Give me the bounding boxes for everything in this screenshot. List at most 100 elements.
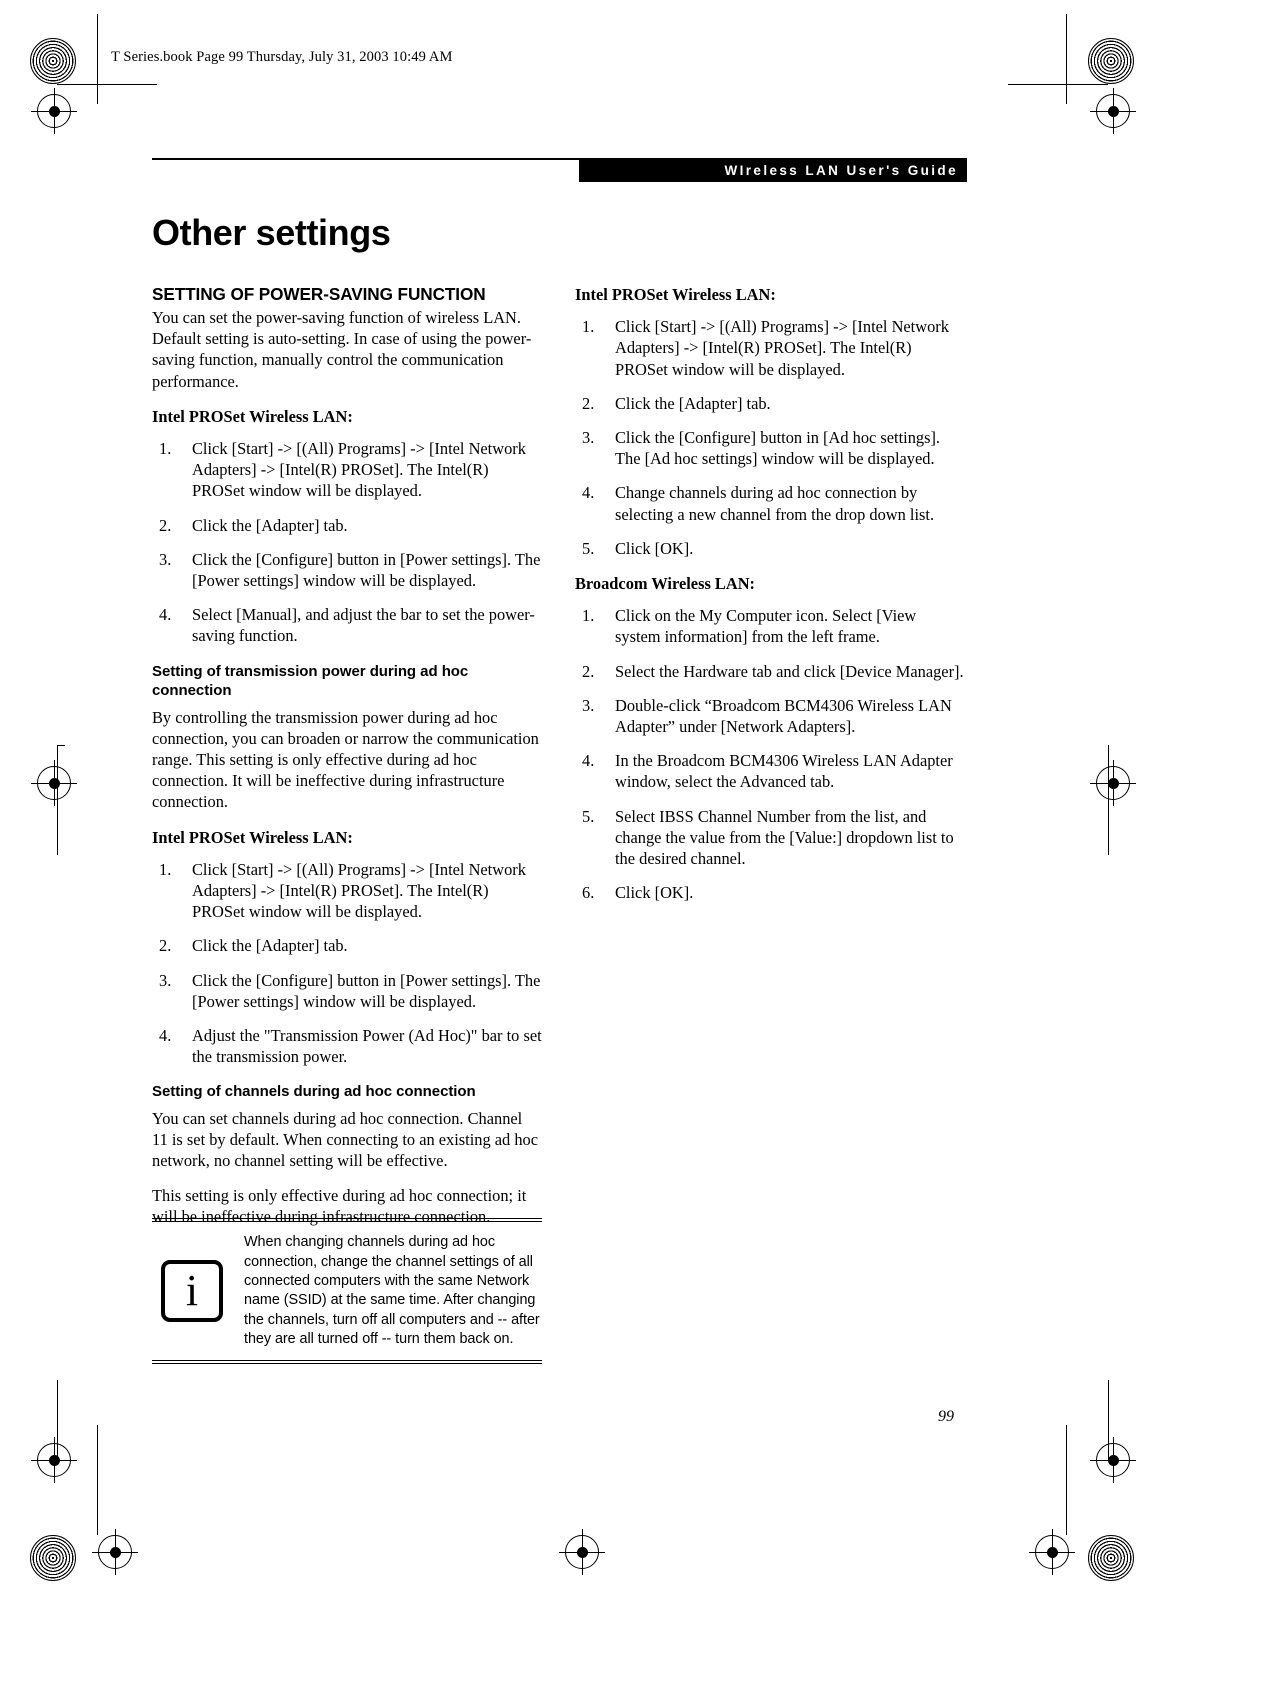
crop-mark-left-horizontal-top — [57, 84, 157, 85]
step-number: 5. — [582, 538, 595, 558]
list-item: 4. In the Broadcom BCM4306 Wireless LAN A… — [575, 750, 965, 792]
crop-mark-top-right-vertical — [1066, 14, 1067, 104]
list-item: 4. Select [Manual], and adjust the bar to… — [152, 604, 542, 646]
step-number: 1. — [159, 439, 172, 459]
right-column: Intel PROSet Wireless LAN: 1. Click [Star… — [575, 284, 965, 916]
step-number: 3. — [159, 970, 172, 990]
running-head: WIreless LAN User's Guide — [579, 160, 967, 182]
step-number: 3. — [582, 428, 595, 448]
registration-mark-bottom-center — [559, 1529, 605, 1575]
registration-mark-right-bottom — [1090, 1437, 1136, 1483]
step-text: Click the [Adapter] tab. — [615, 393, 771, 413]
halftone-dot-top-left — [30, 38, 76, 84]
halftone-dot-top-right — [1088, 38, 1134, 84]
step-number: 3. — [582, 695, 595, 715]
page-number: 99 — [938, 1408, 954, 1425]
paragraph-channels-1: You can set channels during ad hoc conne… — [152, 1108, 538, 1171]
step-number: 3. — [159, 549, 172, 569]
info-icon-glyph: i — [185, 1266, 199, 1316]
list-item: 2. Click the [Adapter] tab. — [575, 393, 965, 414]
list-item: 4. Adjust the "Transmission Power (Ad Hoc… — [152, 1025, 542, 1067]
step-number: 6. — [582, 883, 595, 903]
step-text: Click the [Configure] button in [Power s… — [192, 549, 541, 591]
list-item: 1. Click on the My Computer icon. Select … — [575, 605, 965, 647]
sub-heading-channels: Setting of channels during ad hoc connec… — [152, 1083, 476, 1101]
lead-in-intel-proset-1: Intel PROSet Wireless LAN: — [152, 406, 353, 426]
step-text: Select the Hardware tab and click [Devic… — [615, 661, 964, 681]
crop-mark-left-vertical-lower — [57, 1380, 58, 1460]
step-text: Click [Start] -> [(All) Programs] -> [In… — [192, 439, 526, 501]
step-text: Click [OK]. — [615, 883, 694, 903]
step-text: Click the [Configure] button in [Power s… — [192, 970, 541, 1011]
left-column: SETTING OF POWER-SAVING FUNCTION You can… — [152, 284, 542, 1240]
step-text: In the Broadcom BCM4306 Wireless LAN Ada… — [615, 751, 953, 792]
step-number: 4. — [159, 1026, 172, 1046]
list-item: 3. Click the [Configure] button in [Power… — [152, 970, 542, 1012]
step-number: 2. — [582, 661, 595, 681]
steps-intel-channels: 1. Click [Start] -> [(All) Programs] -> [… — [575, 316, 965, 559]
crop-mark-right-vertical-lower — [1108, 1380, 1109, 1460]
crop-mark-top-left-vertical — [97, 14, 98, 104]
step-text: Click the [Adapter] tab. — [192, 936, 348, 956]
paragraph-transmission-power: By controlling the transmission power du… — [152, 707, 539, 812]
list-item: 3. Click the [Configure] button in [Ad ho… — [575, 427, 965, 469]
list-item: 1. Click [Start] -> [(All) Programs] -> [… — [152, 438, 542, 502]
step-number: 4. — [582, 751, 595, 771]
crop-mark-left-vertical-mid — [57, 745, 58, 855]
section-heading-power-saving: SETTING OF POWER-SAVING FUNCTION — [152, 284, 486, 304]
step-text: Change channels during ad hoc connection… — [615, 483, 935, 524]
list-item: 1. Click [Start] -> [(All) Programs] -> [… — [152, 859, 542, 923]
step-text: Click on the My Computer icon. Select [V… — [615, 606, 917, 647]
registration-mark-right-top — [1090, 88, 1136, 134]
note-box: i When changing channels during ad hoc c… — [152, 1218, 542, 1364]
registration-mark-bottom-left-inner — [92, 1529, 138, 1575]
step-number: 4. — [582, 483, 595, 503]
step-number: 1. — [582, 606, 595, 626]
list-item: 1. Click [Start] -> [(All) Programs] -> [… — [575, 316, 965, 380]
step-number: 2. — [159, 936, 172, 956]
list-item: 4. Change channels during ad hoc connecti… — [575, 482, 965, 524]
lead-in-broadcom: Broadcom Wireless LAN: — [575, 574, 755, 594]
step-text: Double-click “Broadcom BCM4306 Wireless … — [615, 695, 952, 737]
steps-broadcom: 1. Click on the My Computer icon. Select … — [575, 605, 965, 903]
lead-in-intel-proset-2: Intel PROSet Wireless LAN: — [152, 827, 353, 847]
list-item: 6. Click [OK]. — [575, 882, 965, 903]
list-item: 3. Click the [Configure] button in [Power… — [152, 549, 542, 591]
step-number: 5. — [582, 806, 595, 826]
registration-mark-left-bottom — [31, 1437, 77, 1483]
note-rule-bottom — [152, 1359, 542, 1364]
step-number: 1. — [159, 859, 172, 879]
list-item: 5. Click [OK]. — [575, 538, 965, 559]
note-text: When changing channels during ad hoc con… — [244, 1234, 540, 1348]
step-number: 2. — [159, 515, 172, 535]
step-text: Click [Start] -> [(All) Programs] -> [In… — [192, 859, 526, 922]
crop-mark-right-vertical-mid — [1108, 745, 1109, 855]
step-text: Adjust the "Transmission Power (Ad Hoc)"… — [192, 1026, 542, 1067]
registration-mark-right-mid — [1090, 760, 1136, 806]
page-canvas: T Series.book Page 99 Thursday, July 31,… — [0, 0, 1263, 1706]
list-item: 3. Double-click “Broadcom BCM4306 Wireles… — [575, 695, 965, 737]
crop-mark-bottom-right-vertical — [1066, 1425, 1067, 1535]
lead-in-intel-proset-3: Intel PROSet Wireless LAN: — [575, 285, 776, 304]
crop-mark-right-horizontal-top — [1008, 84, 1108, 85]
step-text: Click [OK]. — [615, 538, 694, 558]
crop-mark-bottom-left-vertical — [97, 1425, 98, 1535]
steps-transmission-power: 1. Click [Start] -> [(All) Programs] -> [… — [152, 859, 542, 1068]
step-text: Select [Manual], and adjust the bar to s… — [192, 605, 535, 646]
step-number: 2. — [582, 393, 595, 413]
step-text: Select IBSS Channel Number from the list… — [615, 806, 954, 869]
info-icon: i — [161, 1260, 223, 1323]
page-title: Other settings — [152, 212, 391, 253]
list-item: 5. Select IBSS Channel Number from the li… — [575, 806, 965, 870]
paragraph-power-saving-intro: You can set the power-saving function of… — [152, 308, 532, 391]
halftone-dot-bottom-right — [1088, 1535, 1134, 1581]
crop-mark-left-horizontal-mid — [57, 745, 65, 746]
step-text: Click [Start] -> [(All) Programs] -> [In… — [615, 317, 949, 379]
sub-heading-transmission-power: Setting of transmission power during ad … — [152, 662, 469, 700]
registration-mark-bottom-right-inner — [1029, 1529, 1075, 1575]
list-item: 2. Click the [Adapter] tab. — [152, 935, 542, 956]
list-item: 2. Click the [Adapter] tab. — [152, 515, 542, 536]
step-number: 4. — [159, 605, 172, 625]
step-text: Click the [Adapter] tab. — [192, 515, 348, 535]
note-body: i When changing channels during ad hoc c… — [152, 1222, 542, 1359]
